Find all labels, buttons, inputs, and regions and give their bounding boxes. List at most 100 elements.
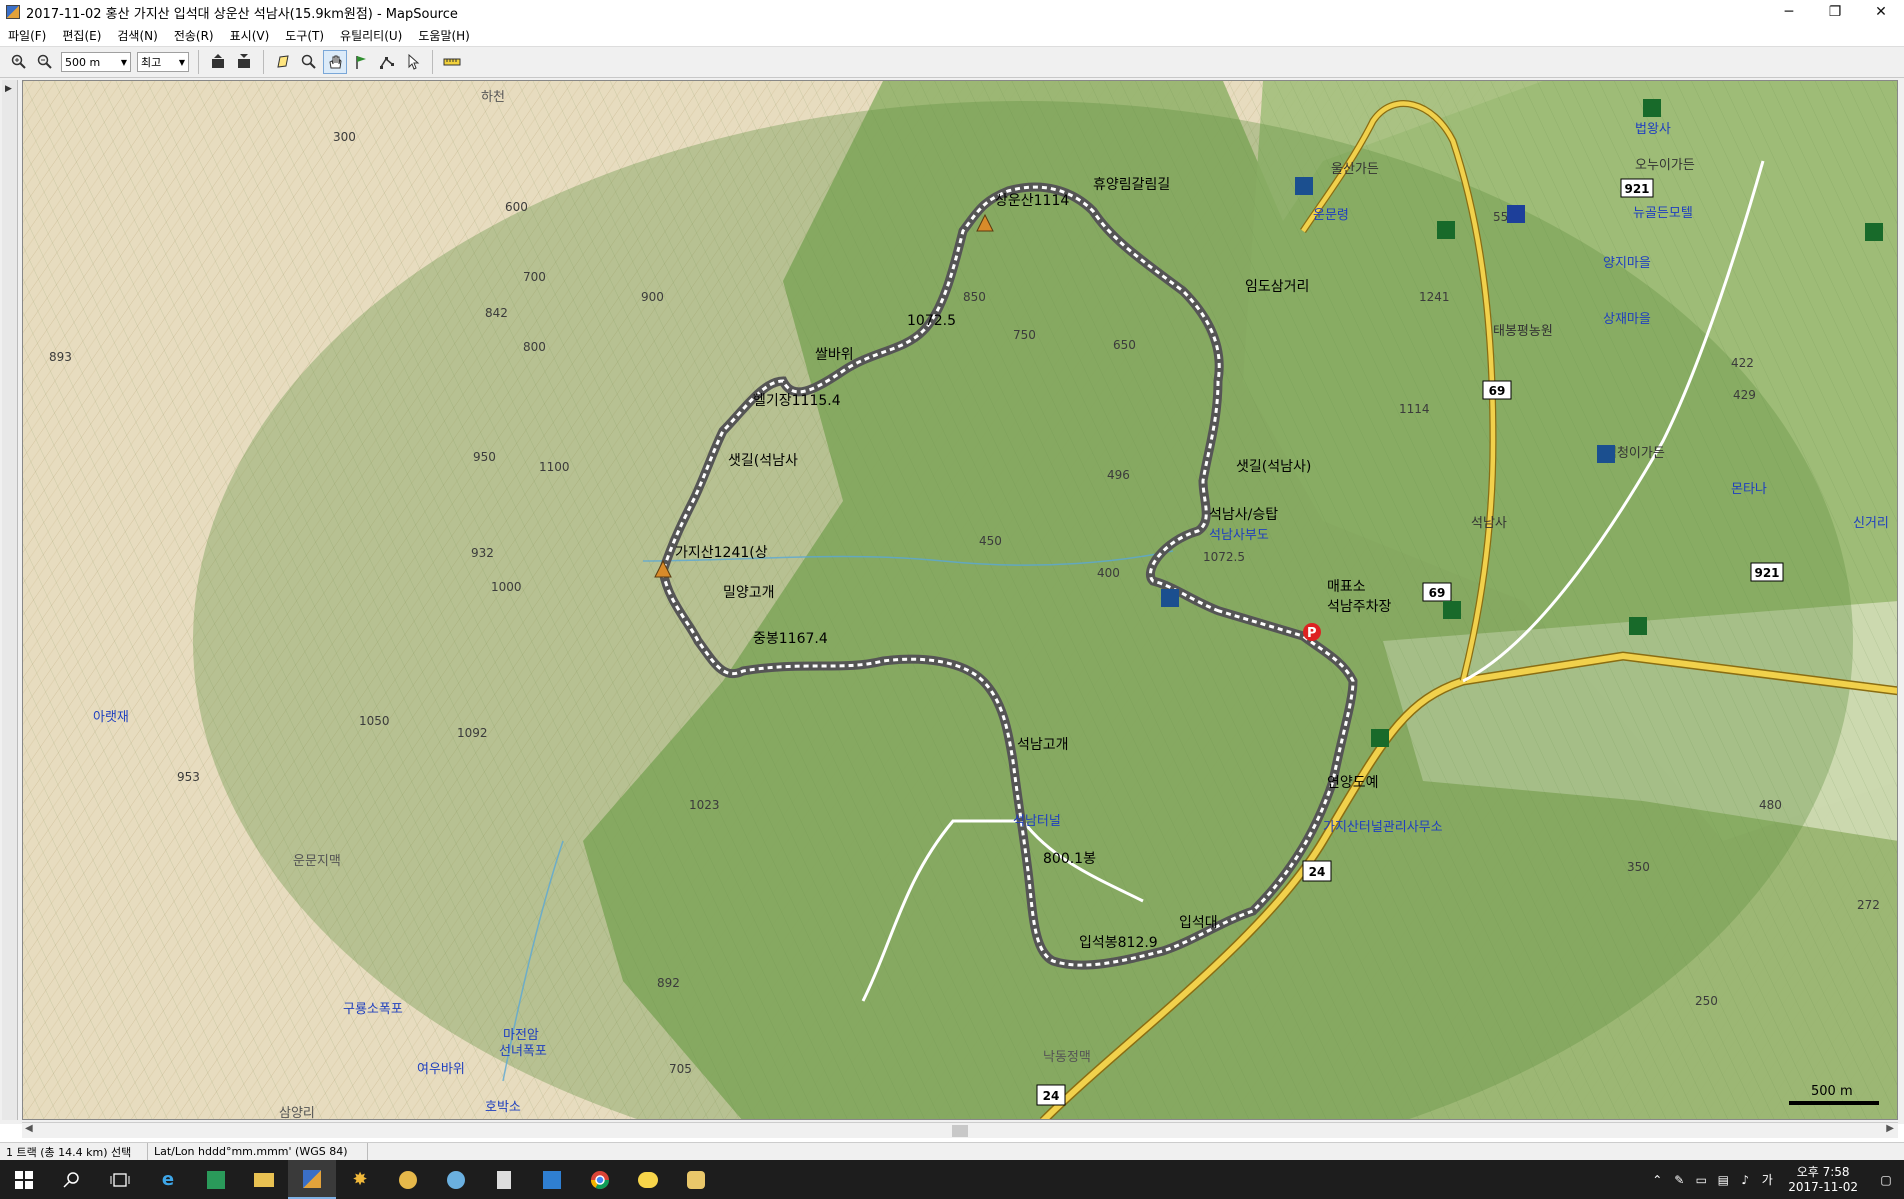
restaurant-icon[interactable] xyxy=(1597,445,1615,463)
lodging-icon[interactable] xyxy=(1629,617,1647,635)
task-view-button[interactable] xyxy=(96,1160,144,1199)
taskbar-paint[interactable] xyxy=(432,1160,480,1199)
waypoint-label[interactable]: 석남사/승탑 xyxy=(1209,507,1278,523)
menu-view[interactable]: 표시(V) xyxy=(222,27,278,44)
route-tool-button[interactable] xyxy=(375,50,399,74)
minimize-button[interactable]: ─ xyxy=(1766,0,1812,24)
waypoint-label[interactable]: 중봉1167.4 xyxy=(753,631,828,647)
waypoint-label[interactable]: 샛길(석남사 xyxy=(728,453,798,469)
restaurant-icon[interactable] xyxy=(1161,589,1179,607)
taskbar-app-green[interactable] xyxy=(192,1160,240,1199)
taskbar-calculator[interactable] xyxy=(480,1160,528,1199)
place-label: 선녀폭포 xyxy=(499,1044,547,1059)
waypoint-label[interactable]: 입석봉812.9 xyxy=(1079,935,1158,951)
app-icon xyxy=(6,5,20,19)
notification-icon[interactable]: ▢ xyxy=(1868,1173,1904,1187)
waypoint-label[interactable]: 매표소 xyxy=(1327,579,1366,595)
pen-icon[interactable]: ✎ xyxy=(1668,1173,1690,1187)
waypoint-label[interactable]: 석남고개 xyxy=(1017,737,1069,753)
volume-icon[interactable]: ♪ xyxy=(1734,1173,1756,1187)
waypoint-label[interactable]: 1072.5 xyxy=(907,313,956,329)
waypoint-label[interactable]: 800.1봉 xyxy=(1043,851,1096,867)
map-tool-button[interactable] xyxy=(271,50,295,74)
info-icon[interactable] xyxy=(1507,205,1525,223)
taskbar-explorer[interactable] xyxy=(240,1160,288,1199)
scroll-left-icon[interactable]: ◀ xyxy=(25,1123,33,1134)
search-button[interactable] xyxy=(48,1160,96,1199)
place-label: 하천 xyxy=(481,90,505,105)
menu-file[interactable]: 파일(F) xyxy=(0,27,54,44)
taskbar-app-blue[interactable] xyxy=(528,1160,576,1199)
taskbar-app-star[interactable]: ✸ xyxy=(336,1160,384,1199)
horizontal-scrollbar[interactable]: ◀ ▶ xyxy=(22,1122,1898,1138)
lodging-icon[interactable] xyxy=(1865,223,1883,241)
select-tool-button[interactable] xyxy=(401,50,425,74)
route-icon xyxy=(380,57,394,69)
scale-select[interactable]: 500 m ▼ xyxy=(61,52,131,72)
zoom-tool-button[interactable] xyxy=(297,50,321,74)
elevation-label: 893 xyxy=(49,350,72,364)
lodging-icon[interactable] xyxy=(1443,601,1461,619)
restaurant-icon[interactable] xyxy=(1295,177,1313,195)
waypoint-tool-button[interactable] xyxy=(349,50,373,74)
waypoint-label[interactable]: 헬기장1115.4 xyxy=(753,393,841,409)
waypoint-label[interactable]: 연양도예 xyxy=(1327,775,1379,791)
waypoint-label[interactable]: 가지산1241(상 xyxy=(675,545,768,561)
receive-from-device-button[interactable] xyxy=(206,50,230,74)
elevation-label: 950 xyxy=(473,450,496,464)
taskbar-chrome[interactable] xyxy=(576,1160,624,1199)
taskbar-app-character[interactable] xyxy=(384,1160,432,1199)
elevation-label: 496 xyxy=(1107,468,1130,482)
menu-edit[interactable]: 편집(E) xyxy=(54,27,109,44)
menu-tools[interactable]: 도구(T) xyxy=(277,27,332,44)
waypoint-label[interactable]: 상운산1114 xyxy=(995,193,1069,209)
menu-transfer[interactable]: 전송(R) xyxy=(166,27,222,44)
taskbar-mapsource[interactable] xyxy=(288,1160,336,1199)
place-label: 석남터널 xyxy=(1013,814,1061,829)
zoom-out-button[interactable] xyxy=(33,50,57,74)
coordinate-format: Lat/Lon hddd°mm.mmm' (WGS 84) xyxy=(148,1142,368,1161)
lodging-icon[interactable] xyxy=(1437,221,1455,239)
waypoint-label[interactable]: 석남주차장 xyxy=(1327,599,1392,615)
ime-indicator[interactable]: 가 xyxy=(1756,1171,1778,1188)
waypoint-label[interactable]: 밀양고개 xyxy=(723,585,775,601)
waypoint-label[interactable]: 입석대 xyxy=(1179,915,1218,931)
close-button[interactable]: ✕ xyxy=(1858,0,1904,24)
measure-tool-button[interactable] xyxy=(440,50,464,74)
waypoint-label[interactable]: 임도삼거리 xyxy=(1245,279,1309,295)
battery-icon[interactable]: ▭ xyxy=(1690,1173,1712,1187)
menu-help[interactable]: 도움말(H) xyxy=(410,27,478,44)
zoom-in-button[interactable] xyxy=(7,50,31,74)
window-title: 2017-11-02 홍산 가지산 입석대 상운산 석남사(15.9km원점) … xyxy=(26,6,458,22)
taskbar-app-bear[interactable] xyxy=(672,1160,720,1199)
hand-icon xyxy=(329,55,342,69)
taskbar-ie[interactable]: e xyxy=(144,1160,192,1199)
elevation-label: 750 xyxy=(1013,328,1036,342)
scroll-right-icon[interactable]: ▶ xyxy=(1886,1123,1894,1134)
mapsource-window: 2017-11-02 홍산 가지산 입석대 상운산 석남사(15.9km원점) … xyxy=(0,0,1904,1199)
waypoint-label[interactable]: 쌀바위 xyxy=(815,347,854,363)
menu-utilities[interactable]: 유틸리티(U) xyxy=(332,27,410,44)
detail-select[interactable]: 최고 ▼ xyxy=(137,52,189,72)
elevation-label: 800 xyxy=(523,340,546,354)
elevation-label: 300 xyxy=(333,130,356,144)
waypoint-label[interactable]: 휴양림갈림길 xyxy=(1093,177,1170,193)
topo-map[interactable]: 상운산1114 휴양림갈림길 1072.5 임도삼거리 쌀바위 헬기장1115.… xyxy=(23,81,1898,1120)
maximize-button[interactable]: ❐ xyxy=(1812,0,1858,24)
expand-arrow-icon[interactable]: ▶ xyxy=(5,84,12,94)
lodging-icon[interactable] xyxy=(1643,99,1661,117)
clock[interactable]: 오후 7:58 2017-11-02 xyxy=(1778,1165,1868,1195)
start-button[interactable] xyxy=(0,1160,48,1199)
chevron-up-icon[interactable]: ⌃ xyxy=(1646,1173,1668,1187)
taskbar-kakaotalk[interactable] xyxy=(624,1160,672,1199)
network-icon[interactable]: ▤ xyxy=(1712,1173,1734,1187)
waypoint-label[interactable]: 샛길(석남사) xyxy=(1236,459,1311,475)
place-label: 호박소 xyxy=(485,1100,521,1115)
map-canvas[interactable]: 상운산1114 휴양림갈림길 1072.5 임도삼거리 쌀바위 헬기장1115.… xyxy=(22,80,1898,1120)
lodging-icon[interactable] xyxy=(1371,729,1389,747)
zoom-out-icon xyxy=(37,54,52,69)
scroll-thumb[interactable] xyxy=(952,1125,968,1137)
menu-search[interactable]: 검색(N) xyxy=(109,27,165,44)
send-to-device-button[interactable] xyxy=(232,50,256,74)
hand-tool-button[interactable] xyxy=(323,50,347,74)
